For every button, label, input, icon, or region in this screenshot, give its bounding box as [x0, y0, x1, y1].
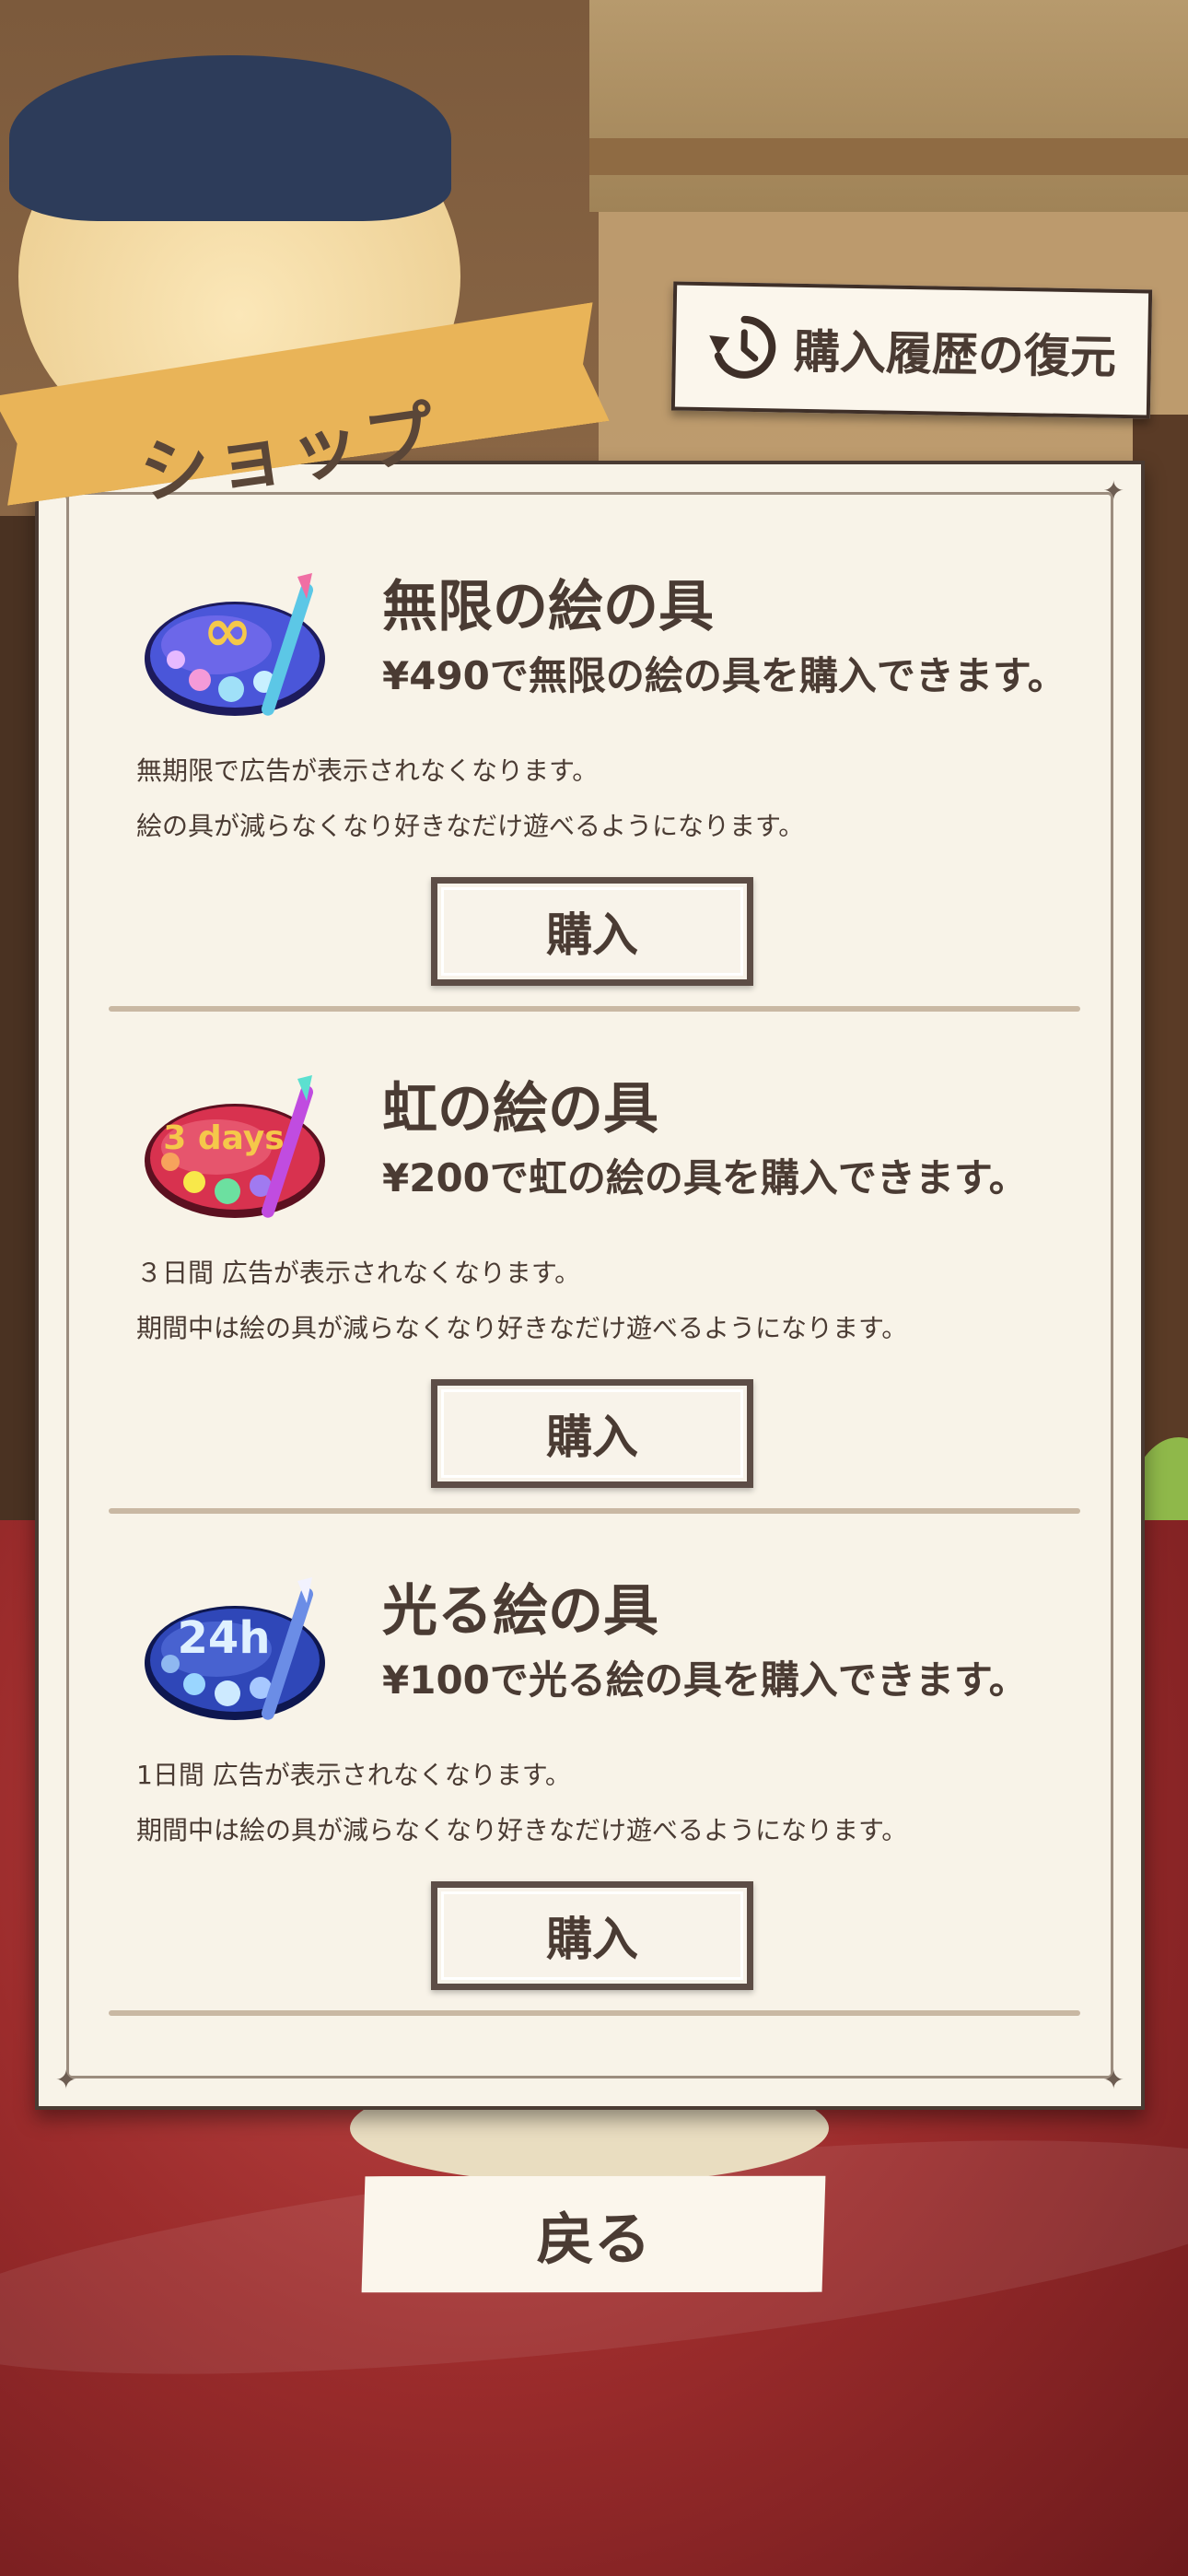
- buy-button[interactable]: 購入: [431, 877, 753, 986]
- item-name: 虹の絵の具: [382, 1077, 658, 1142]
- divider: [109, 2010, 1080, 2016]
- background-shelf-board: [589, 138, 1188, 175]
- item-description: 1日間 広告が表示されなくなります。: [136, 1760, 571, 1790]
- restore-purchases-label: 購入履歴の復元: [793, 324, 1117, 384]
- divider: [109, 1006, 1080, 1012]
- infinite-paint-palette-icon: ∞: [145, 573, 325, 716]
- shop-item-rainbow-paint: 3 days 虹の絵の具 ¥200で虹の絵の具を購入できます。 ３日間 広告が表…: [111, 1055, 1077, 1497]
- buy-button[interactable]: 購入: [431, 1881, 753, 1990]
- background-shelf: [589, 0, 1188, 212]
- restore-purchases-button[interactable]: 購入履歴の復元: [670, 281, 1153, 419]
- history-icon: [709, 315, 776, 379]
- item-description: 無期限で広告が表示されなくなります。: [136, 755, 599, 786]
- item-price: ¥200で虹の絵の具を購入できます。: [382, 1155, 1028, 1200]
- glowing-paint-palette-icon: 24h: [145, 1577, 325, 1720]
- item-price: ¥490で無限の絵の具を購入できます。: [382, 653, 1066, 698]
- shop-item-glowing-paint: 24h 光る絵の具 ¥100で光る絵の具を購入できます。 1日間 広告が表示され…: [111, 1557, 1077, 1999]
- back-button[interactable]: 戻る: [360, 2172, 826, 2296]
- item-description: 期間中は絵の具が減らなくなり好きなだけ遊べるようになります。: [136, 1815, 908, 1845]
- item-description: ３日間 広告が表示されなくなります。: [136, 1258, 581, 1288]
- infinite-badge: ∞: [203, 597, 251, 665]
- corner-ornament: ✦: [55, 2065, 77, 2095]
- shop-item-infinite-paint: ∞ 無限の絵の具 ¥490で無限の絵の具を購入できます。 無期限で広告が表示され…: [111, 553, 1077, 995]
- item-description: 絵の具が減らなくなり好きなだけ遊べるようになります。: [136, 811, 805, 841]
- buy-button[interactable]: 購入: [431, 1379, 753, 1488]
- item-name: 光る絵の具: [382, 1579, 658, 1644]
- duration-badge: 3 days: [163, 1119, 284, 1157]
- duration-badge: 24h: [178, 1612, 271, 1664]
- divider: [109, 1508, 1080, 1514]
- corner-ornament: ✦: [1102, 2065, 1124, 2095]
- corner-ornament: ✦: [1102, 475, 1124, 506]
- background-character-hat: [9, 55, 451, 221]
- item-name: 無限の絵の具: [382, 575, 714, 639]
- rainbow-paint-palette-icon: 3 days: [145, 1075, 325, 1218]
- item-price: ¥100で光る絵の具を購入できます。: [382, 1657, 1028, 1703]
- item-description: 期間中は絵の具が減らなくなり好きなだけ遊べるようになります。: [136, 1313, 908, 1343]
